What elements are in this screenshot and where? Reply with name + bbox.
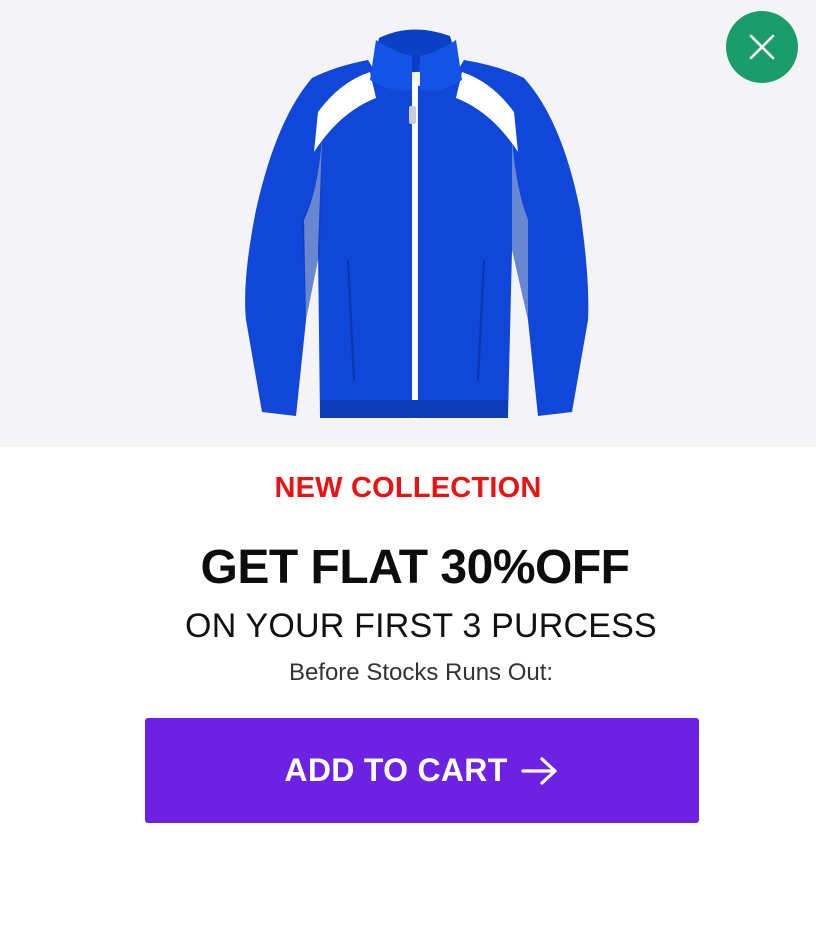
add-to-cart-button[interactable]: ADD TO CART bbox=[145, 718, 699, 823]
product-image bbox=[236, 20, 596, 430]
offer-headline: GET FLAT 30%OFF bbox=[200, 541, 630, 594]
close-button[interactable] bbox=[726, 11, 798, 83]
close-icon bbox=[748, 33, 776, 61]
product-hero bbox=[0, 0, 816, 447]
add-to-cart-label: ADD TO CART bbox=[284, 752, 508, 788]
collection-label: NEW COLLECTION bbox=[274, 472, 542, 504]
offer-subheading: ON YOUR FIRST 3 PURCESS bbox=[185, 607, 657, 645]
stock-note: Before Stocks Runs Out: bbox=[288, 659, 554, 686]
arrow-right-icon bbox=[520, 755, 560, 787]
jacket-illustration bbox=[245, 29, 589, 420]
